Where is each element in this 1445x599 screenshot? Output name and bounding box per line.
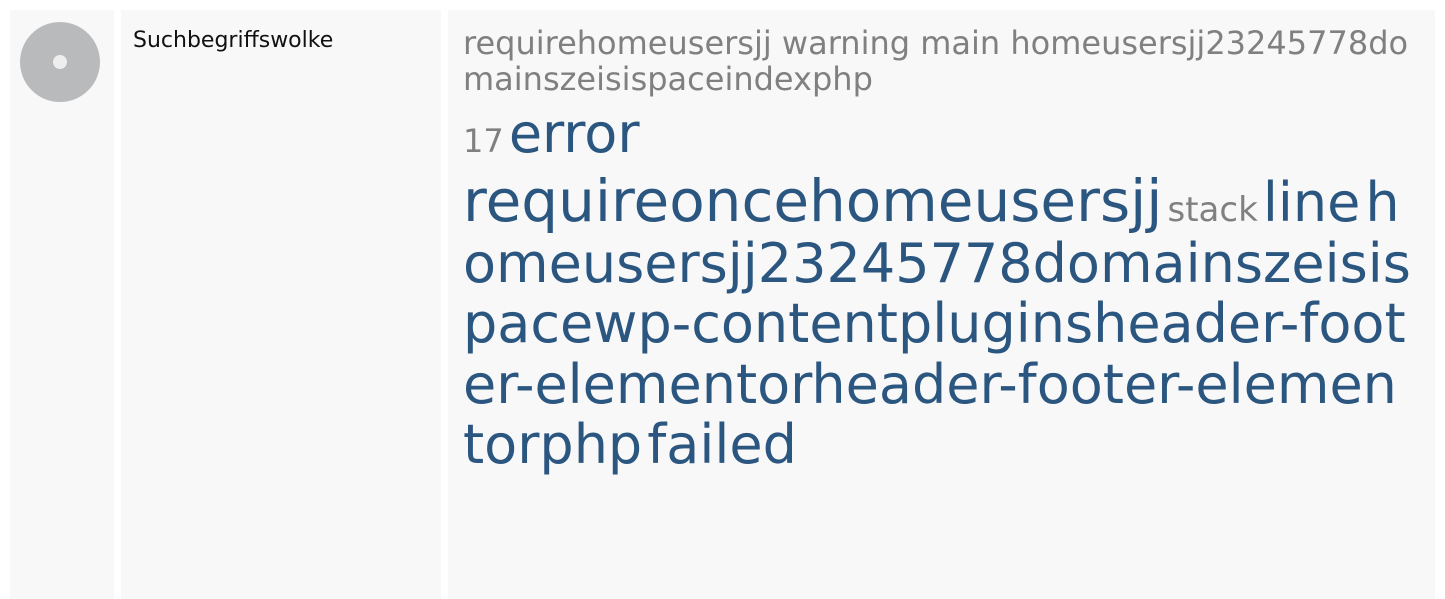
- tag-cloud-panel: requirehomeusersjj warning main homeuser…: [448, 10, 1435, 599]
- tag-link[interactable]: requireoncehomeusersjj: [463, 167, 1162, 235]
- tag-cloud: requirehomeusersjj warning main homeuser…: [463, 24, 1413, 475]
- page: Suchbegriffswolke requirehomeusersjj war…: [0, 0, 1445, 599]
- icon-column: [10, 10, 114, 599]
- tag-link[interactable]: error: [509, 102, 640, 165]
- section-label: Suchbegriffswolke: [133, 28, 334, 53]
- label-column: Suchbegriffswolke: [121, 10, 441, 599]
- tag-link[interactable]: requirehomeusersjj warning main homeuser…: [463, 24, 1408, 98]
- disc-center: [53, 55, 67, 69]
- tag-line: requireoncehomeusersjj stack line homeus…: [463, 170, 1413, 475]
- tag-link[interactable]: line: [1263, 171, 1360, 234]
- tag-link[interactable]: 17: [463, 122, 504, 160]
- tag-link[interactable]: stack: [1168, 190, 1258, 230]
- tag-link[interactable]: failed: [647, 413, 797, 476]
- tag-line: 17 error: [463, 102, 1413, 165]
- cloud-disc-icon: [20, 22, 100, 102]
